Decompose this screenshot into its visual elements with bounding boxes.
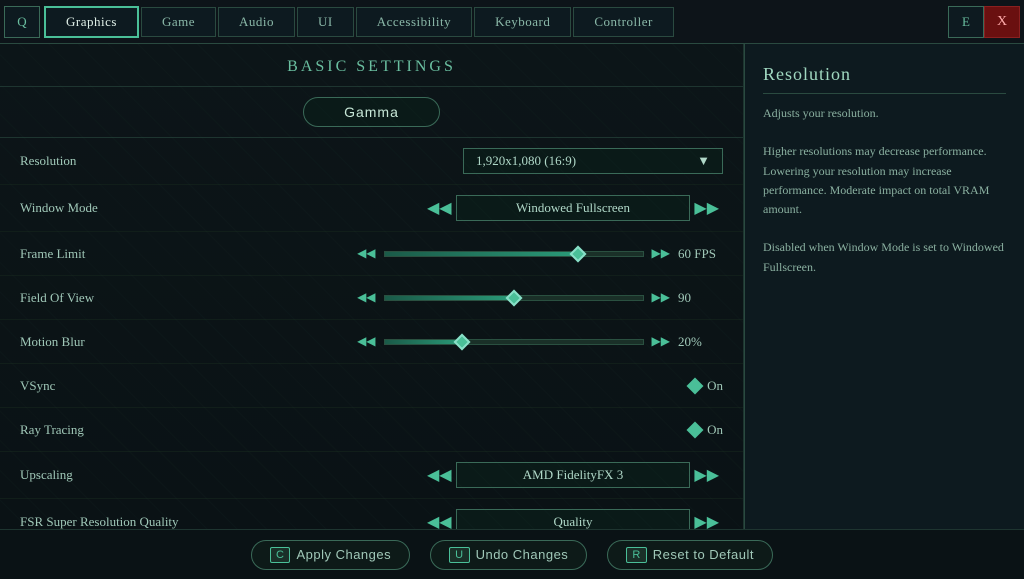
top-nav: Q Graphics Game Audio UI Accessibility K…: [0, 0, 1024, 44]
fsr-left-icon[interactable]: ◀◀: [423, 512, 456, 529]
label-ray-tracing: Ray Tracing: [20, 422, 220, 438]
setting-row-window-mode: Window Mode ◀◀ Windowed Fullscreen ▶▶: [0, 185, 743, 232]
tab-ui[interactable]: UI: [297, 7, 354, 37]
reset-key-badge: R: [626, 547, 646, 563]
frame-limit-slider[interactable]: [384, 251, 644, 257]
label-fsr: FSR Super Resolution Quality: [20, 514, 220, 529]
control-motion-blur: ◀◀ ▶▶ 20%: [220, 334, 723, 350]
label-frame-limit: Frame Limit: [20, 246, 220, 262]
gamma-button[interactable]: Gamma: [303, 97, 440, 127]
label-motion-blur: Motion Blur: [20, 334, 220, 350]
fsr-right-icon[interactable]: ▶▶: [690, 512, 723, 529]
bottom-bar: C Apply Changes U Undo Changes R Reset t…: [0, 529, 1024, 579]
sidebar-description: Adjusts your resolution. Higher resoluti…: [763, 104, 1006, 277]
motion-blur-fill: [385, 340, 462, 344]
setting-row-frame-limit: Frame Limit ◀◀ ▶▶ 60 FPS: [0, 232, 743, 276]
ray-tracing-toggle[interactable]: On: [689, 422, 723, 438]
label-vsync: VSync: [20, 378, 220, 394]
upscaling-selector: ◀◀ AMD FidelityFX 3 ▶▶: [423, 462, 723, 488]
vsync-value: On: [707, 378, 723, 394]
left-panel: Basic Settings Gamma Resolution 1,920x1,…: [0, 44, 744, 529]
arrow-left-icon[interactable]: ◀◀: [423, 198, 456, 218]
window-mode-value: Windowed Fullscreen: [456, 195, 691, 221]
gamma-btn-wrap: Gamma: [0, 87, 743, 138]
label-fov: Field Of View: [20, 290, 220, 306]
motion-blur-thumb[interactable]: [453, 333, 470, 350]
sidebar-title: Resolution: [763, 64, 1006, 94]
vsync-toggle[interactable]: On: [689, 378, 723, 394]
setting-row-motion-blur: Motion Blur ◀◀ ▶▶ 20%: [0, 320, 743, 364]
label-window-mode: Window Mode: [20, 200, 220, 216]
nav-left-icon[interactable]: Q: [4, 6, 40, 38]
setting-row-resolution: Resolution 1,920x1,080 (16:9) ▼: [0, 138, 743, 185]
label-resolution: Resolution: [20, 153, 220, 169]
control-ray-tracing: On: [220, 422, 723, 438]
control-fsr: ◀◀ Quality ▶▶: [220, 509, 723, 529]
ray-tracing-toggle-icon: [687, 421, 704, 438]
window-mode-selector: ◀◀ Windowed Fullscreen ▶▶: [423, 195, 723, 221]
apply-changes-button[interactable]: C Apply Changes: [251, 540, 410, 570]
fov-slider-thumb[interactable]: [505, 289, 522, 306]
tab-audio[interactable]: Audio: [218, 7, 295, 37]
tab-graphics[interactable]: Graphics: [44, 6, 139, 38]
tab-controller[interactable]: Controller: [573, 7, 673, 37]
ray-tracing-value: On: [707, 422, 723, 438]
frame-limit-value: 60 FPS: [678, 246, 723, 262]
fov-slider-fill: [385, 296, 514, 300]
nav-right-icon[interactable]: E: [948, 6, 984, 38]
control-vsync: On: [220, 378, 723, 394]
motion-blur-slider-left-icon[interactable]: ◀◀: [357, 334, 375, 349]
control-upscaling: ◀◀ AMD FidelityFX 3 ▶▶: [220, 462, 723, 488]
reset-to-default-button[interactable]: R Reset to Default: [607, 540, 773, 570]
close-button[interactable]: X: [984, 6, 1020, 38]
slider-fill: [385, 252, 579, 256]
tab-game[interactable]: Game: [141, 7, 216, 37]
slider-right-arrows-icon[interactable]: ▶▶: [652, 246, 670, 261]
upscaling-left-icon[interactable]: ◀◀: [423, 465, 456, 485]
setting-row-ray-tracing: Ray Tracing On: [0, 408, 743, 452]
setting-row-vsync: VSync On: [0, 364, 743, 408]
slider-left-arrows-icon[interactable]: ◀◀: [357, 246, 375, 261]
settings-list: Resolution 1,920x1,080 (16:9) ▼ Window M…: [0, 138, 743, 529]
reset-label: Reset to Default: [653, 547, 754, 562]
undo-label: Undo Changes: [476, 547, 569, 562]
slider-thumb[interactable]: [570, 245, 587, 262]
fsr-value: Quality: [456, 509, 691, 529]
section-title: Basic Settings: [0, 44, 743, 87]
right-panel: Resolution Adjusts your resolution. High…: [744, 44, 1024, 529]
motion-blur-slider[interactable]: [384, 339, 644, 345]
control-frame-limit: ◀◀ ▶▶ 60 FPS: [220, 246, 723, 262]
arrow-right-icon[interactable]: ▶▶: [690, 198, 723, 218]
motion-blur-slider-right-icon[interactable]: ▶▶: [652, 334, 670, 349]
undo-key-badge: U: [449, 547, 469, 563]
undo-changes-button[interactable]: U Undo Changes: [430, 540, 587, 570]
setting-row-upscaling: Upscaling ◀◀ AMD FidelityFX 3 ▶▶: [0, 452, 743, 499]
fov-slider[interactable]: [384, 295, 644, 301]
tab-accessibility[interactable]: Accessibility: [356, 7, 472, 37]
apply-key-badge: C: [270, 547, 290, 563]
upscaling-value: AMD FidelityFX 3: [456, 462, 691, 488]
label-upscaling: Upscaling: [20, 467, 220, 483]
tab-keyboard[interactable]: Keyboard: [474, 7, 571, 37]
setting-row-fov: Field Of View ◀◀ ▶▶ 90: [0, 276, 743, 320]
dropdown-arrow-icon: ▼: [697, 153, 710, 169]
fov-slider-left-icon[interactable]: ◀◀: [357, 290, 375, 305]
vsync-toggle-icon: [687, 377, 704, 394]
upscaling-right-icon[interactable]: ▶▶: [690, 465, 723, 485]
control-window-mode: ◀◀ Windowed Fullscreen ▶▶: [220, 195, 723, 221]
fov-slider-right-icon[interactable]: ▶▶: [652, 290, 670, 305]
resolution-dropdown[interactable]: 1,920x1,080 (16:9) ▼: [463, 148, 723, 174]
fsr-selector: ◀◀ Quality ▶▶: [423, 509, 723, 529]
control-resolution: 1,920x1,080 (16:9) ▼: [220, 148, 723, 174]
setting-row-fsr: FSR Super Resolution Quality ◀◀ Quality …: [0, 499, 743, 529]
motion-blur-value: 20%: [678, 334, 723, 350]
main-layout: Basic Settings Gamma Resolution 1,920x1,…: [0, 44, 1024, 529]
fov-value: 90: [678, 290, 723, 306]
control-fov: ◀◀ ▶▶ 90: [220, 290, 723, 306]
apply-label: Apply Changes: [296, 547, 391, 562]
nav-tabs: Graphics Game Audio UI Accessibility Key…: [40, 0, 948, 43]
